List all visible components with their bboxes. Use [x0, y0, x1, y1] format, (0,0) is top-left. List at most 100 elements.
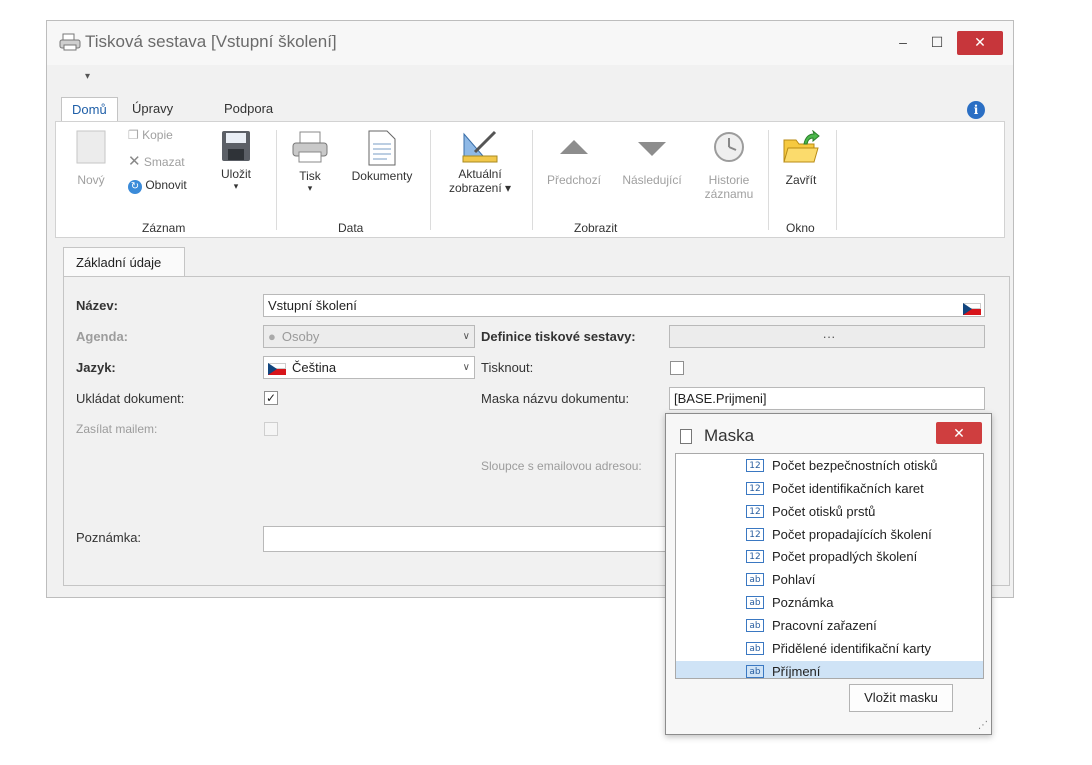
ruler-pencil-icon — [462, 130, 498, 163]
list-item-label: Pohlaví — [772, 572, 816, 587]
triangle-down-icon — [638, 142, 666, 156]
language-label: Jazyk: — [76, 360, 116, 375]
mask-dialog-close-button[interactable]: ✕ — [936, 422, 982, 444]
group-label-window: Okno — [786, 221, 815, 235]
text-type-icon: ab — [746, 619, 764, 632]
list-item[interactable]: 12 Počet propadajících školení — [676, 524, 983, 546]
list-item-label: Počet propadajících školení — [772, 527, 932, 542]
number-type-icon: 12 — [746, 459, 764, 472]
delete-button[interactable]: ✕ Smazat — [128, 152, 185, 170]
number-type-icon: 12 — [746, 550, 764, 563]
agenda-value: Osoby — [281, 329, 320, 344]
list-item[interactable]: 12 Počet propadlých školení — [676, 546, 983, 568]
print-dropdown-icon[interactable]: ▾ — [288, 183, 332, 194]
title-bar: Tisková sestava [Vstupní školení] – ☐ ✕ — [47, 21, 1013, 65]
list-item-label: Počet otisků prstů — [772, 504, 876, 519]
list-item[interactable]: ab Pohlaví — [676, 569, 983, 591]
list-item-label: Počet bezpečnostních otisků — [772, 458, 938, 473]
save-floppy-icon — [222, 131, 250, 161]
send-mail-checkbox[interactable] — [264, 422, 278, 436]
language-combo[interactable]: Čeština ∨ — [263, 356, 475, 379]
mask-label: Maska názvu dokumentu: — [481, 391, 630, 406]
list-item[interactable]: ab Pracovní zařazení — [676, 615, 983, 637]
next-button[interactable]: Následující — [616, 130, 688, 187]
text-type-icon: ab — [746, 642, 764, 655]
print-button-label: Tisk — [299, 169, 321, 183]
maximize-button[interactable]: ☐ — [919, 31, 955, 55]
list-item[interactable]: ab Přidělené identifikační karty — [676, 638, 983, 660]
text-type-icon: ab — [746, 573, 764, 586]
current-view-button[interactable]: Aktuální zobrazení ▾ — [436, 130, 524, 195]
email-columns-label: Sloupce s emailovou adresou: — [481, 459, 642, 473]
list-item[interactable]: 12 Počet identifikačních karet — [676, 478, 983, 500]
refresh-button[interactable]: ↻ Obnovit — [128, 178, 187, 194]
quick-access-toolbar-chevron-icon[interactable]: ▾ — [85, 71, 90, 82]
refresh-button-label: Obnovit — [145, 178, 187, 192]
list-item[interactable]: 12 Počet bezpečnostních otisků — [676, 455, 983, 477]
list-item[interactable]: 12 Počet otisků prstů — [676, 501, 983, 523]
resize-grip-icon[interactable]: ⋰ — [978, 720, 988, 731]
insert-mask-button[interactable]: Vložit masku — [849, 684, 953, 712]
number-type-icon: 12 — [746, 505, 764, 518]
tab-support[interactable]: Podpora — [224, 101, 273, 116]
print-button[interactable]: Tisk ▾ — [288, 130, 332, 194]
ribbon-tabs: Domů Úpravy Podpora — [47, 97, 1013, 123]
clock-icon — [714, 132, 744, 162]
name-label: Název: — [76, 298, 118, 313]
text-type-icon: ab — [746, 665, 764, 678]
definition-ellipsis-button[interactable]: ··· — [669, 325, 985, 348]
history-button[interactable]: Historie záznamu — [700, 130, 758, 201]
print-label: Tisknout: — [481, 360, 534, 375]
tab-home[interactable]: Domů — [61, 97, 118, 122]
mask-field[interactable]: [BASE.Prijmeni] — [669, 387, 985, 410]
send-mail-label: Zasílat mailem: — [76, 422, 158, 436]
number-type-icon: 12 — [746, 528, 764, 541]
documents-button[interactable]: Dokumenty — [342, 130, 422, 183]
save-button[interactable]: Uložit ▾ — [214, 130, 258, 192]
documents-button-label: Dokumenty — [351, 169, 413, 183]
delete-button-label: Smazat — [143, 155, 185, 169]
previous-button[interactable]: Předchozí — [540, 130, 608, 187]
ribbon-separator — [276, 130, 277, 230]
save-document-checkbox[interactable]: ✓ — [264, 391, 278, 405]
minimize-button[interactable]: – — [885, 31, 921, 55]
save-dropdown-icon[interactable]: ▾ — [214, 181, 258, 192]
czech-flag-icon[interactable] — [963, 300, 987, 315]
tab-edit[interactable]: Úpravy — [132, 101, 173, 116]
note-field[interactable] — [263, 526, 683, 552]
triangle-up-icon — [560, 140, 588, 154]
copy-button[interactable]: ❐ Kopie — [128, 128, 173, 142]
list-item-selected[interactable]: ab Příjmení — [676, 661, 983, 678]
list-item[interactable]: ab Poznámka — [676, 592, 983, 614]
ribbon-separator — [430, 130, 431, 230]
mask-dialog-title: Maska — [704, 426, 755, 445]
list-item-label: Pracovní zařazení — [772, 618, 877, 633]
copy-button-label: Kopie — [142, 128, 173, 142]
ribbon: Nový ❐ Kopie ✕ Smazat ↻ Obnovit Uložit ▾… — [55, 121, 1005, 238]
agenda-combo[interactable]: ● Osoby ∨ — [263, 325, 475, 348]
name-field[interactable]: Vstupní školení — [263, 294, 985, 317]
ribbon-separator — [836, 130, 837, 230]
close-button[interactable]: Zavřít — [776, 129, 826, 187]
ribbon-separator — [768, 130, 769, 230]
info-icon[interactable]: i — [967, 101, 985, 119]
list-item-label: Počet identifikačních karet — [772, 481, 924, 496]
group-label-data: Data — [338, 221, 364, 235]
language-chevron-down-icon[interactable]: ∨ — [463, 357, 470, 378]
history-label-1: Historie — [708, 173, 750, 187]
mask-field-list[interactable]: 12 Počet bezpečnostních otisků 12 Počet id… — [675, 453, 984, 679]
list-item-label: Přidělené identifikační karty — [772, 641, 931, 656]
save-document-label: Ukládat dokument: — [76, 391, 185, 406]
window-title: Tisková sestava [Vstupní školení] — [85, 32, 337, 51]
close-window-button[interactable]: ✕ — [957, 31, 1003, 55]
tab-basic-data[interactable]: Základní údaje — [63, 247, 185, 277]
mask-dialog: Maska ✕ 12 Počet bezpečnostních otisků 12… — [665, 413, 992, 735]
delete-icon: ✕ — [128, 153, 141, 170]
print-checkbox[interactable] — [670, 361, 684, 375]
text-type-icon: ab — [746, 596, 764, 609]
folder-arrow-icon — [783, 129, 820, 163]
person-icon: ● — [268, 329, 276, 344]
new-button[interactable]: Nový — [66, 130, 116, 187]
next-button-label: Následující — [622, 173, 682, 187]
save-button-label: Uložit — [220, 167, 251, 181]
